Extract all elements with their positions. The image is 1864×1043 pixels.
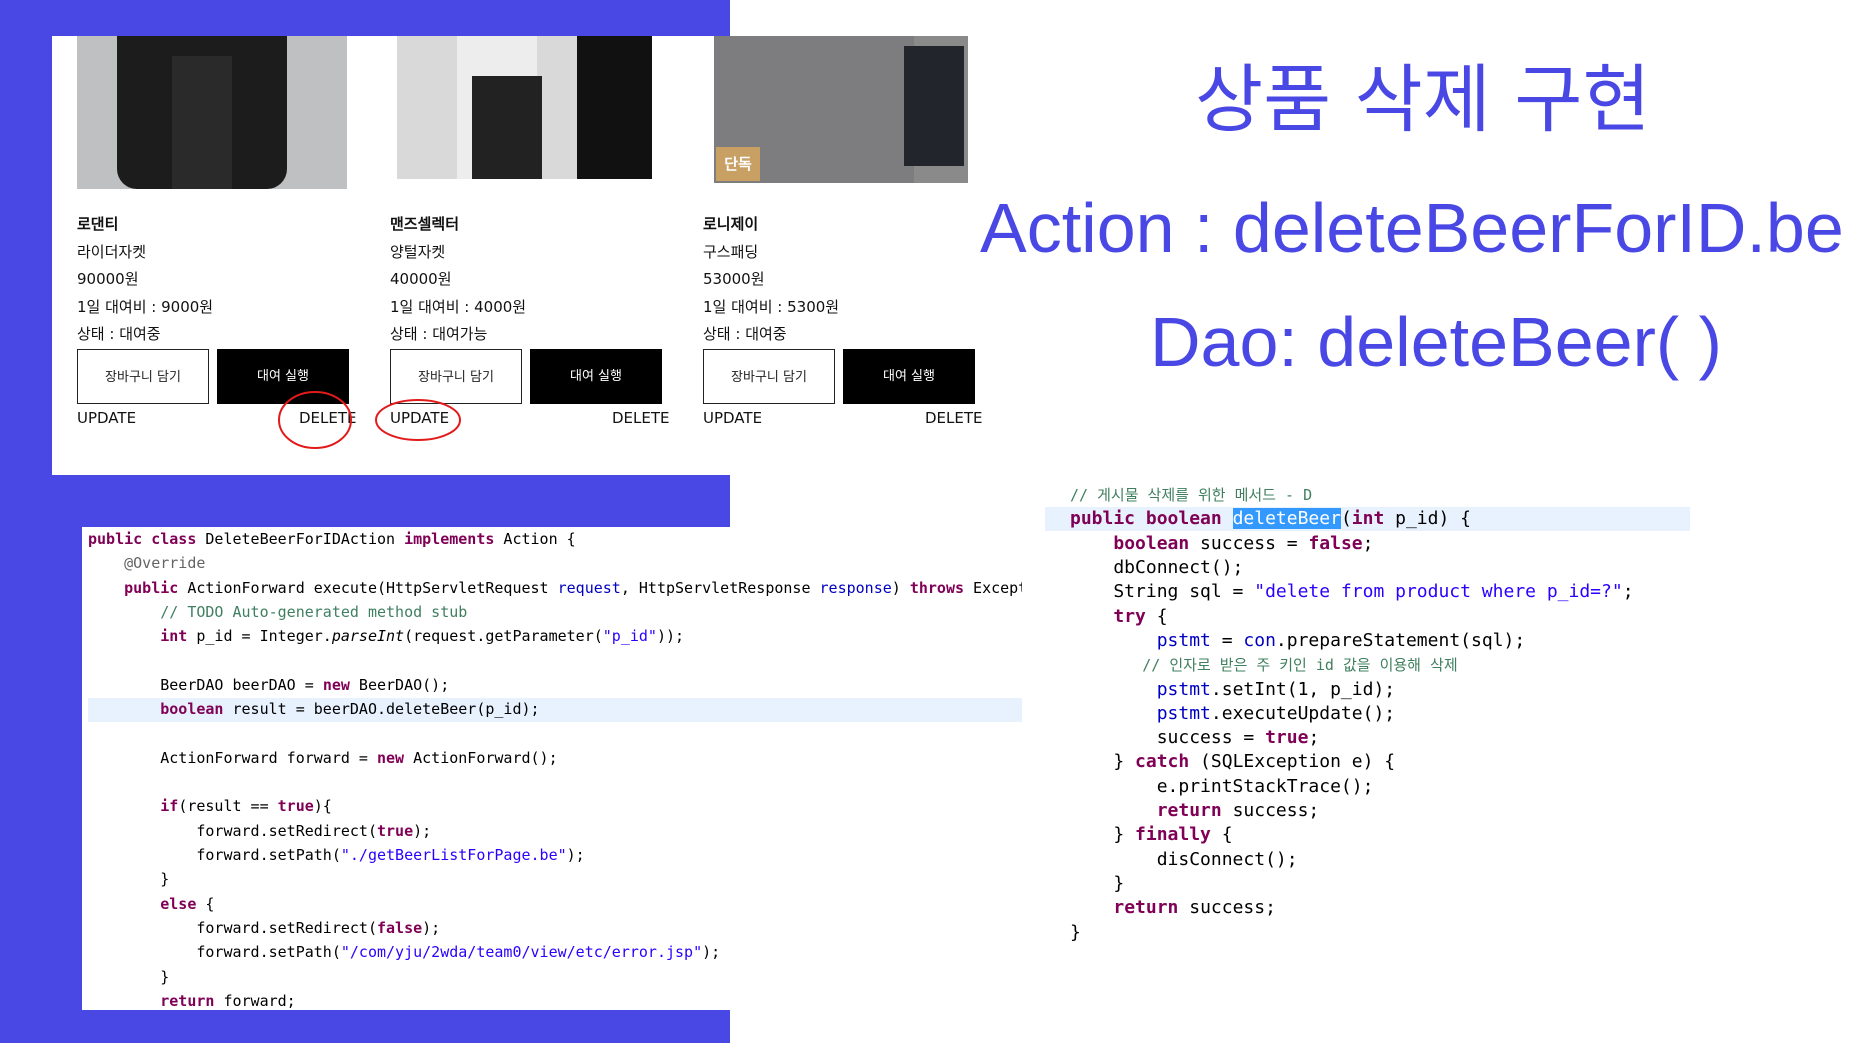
product-brand: 로댄티	[77, 215, 119, 233]
accent-bar-middle	[52, 475, 730, 527]
add-to-cart-button[interactable]: 장바구니 담기	[703, 349, 835, 404]
product-daily-fee: 1일 대여비 : 9000원	[77, 297, 214, 316]
code-line: } finally {	[1070, 824, 1233, 845]
annotation-circles	[278, 391, 461, 449]
product-price: 40000원	[390, 270, 452, 288]
code-line: pstmt.executeUpdate();	[1156, 703, 1396, 724]
code-line: boolean result = beerDAO.deleteBeer(p_id…	[160, 700, 540, 718]
delete-highlight-circle	[278, 391, 352, 449]
delete-link[interactable]: DELETE	[925, 409, 983, 427]
code-line: return success;	[1156, 800, 1320, 821]
code-line: forward.setRedirect(true);	[88, 822, 432, 840]
dao-heading: Dao: deleteBeer( )	[1150, 303, 1722, 381]
code-line: }	[88, 968, 170, 986]
product-info: 로니제이 구스패딩 53000원 1일 대여비 : 5300원 상태 : 대여중	[703, 211, 839, 349]
product-info: 맨즈셀렉터 양털자켓 40000원 1일 대여비 : 4000원 상태 : 대여…	[390, 211, 526, 349]
accent-bar-bottom	[82, 1010, 730, 1043]
code-line: BeerDAO beerDAO = new BeerDAO();	[88, 676, 450, 694]
add-to-cart-button[interactable]: 장바구니 담기	[77, 349, 209, 404]
code-line: e.printStackTrace();	[1070, 776, 1374, 797]
product-name: 구스패딩	[703, 242, 759, 261]
product-status: 상태 : 대여가능	[390, 325, 488, 343]
code-line: // 게시물 삭제를 위한 메서드 - D	[1070, 486, 1313, 504]
product-brand: 맨즈셀렉터	[390, 215, 460, 233]
update-highlight-circle	[375, 399, 461, 441]
product-price: 90000원	[77, 270, 139, 288]
code-line: }	[1070, 873, 1125, 894]
code-line: public ActionForward execute(HttpServlet…	[124, 579, 1022, 597]
code-line: }	[1070, 922, 1081, 943]
product-status: 상태 : 대여중	[77, 325, 161, 343]
product-info: 로댄티 라이더자켓 90000원 1일 대여비 : 9000원 상태 : 대여중	[77, 211, 213, 349]
code-line: boolean success = false;	[1113, 533, 1374, 554]
product-card: 단독 로니제이 구스패딩 53000원 1일 대여비 : 5300원 상태 : …	[703, 36, 1013, 466]
code-line: ActionForward forward = new ActionForwar…	[88, 749, 558, 767]
code-line: // TODO Auto-generated method stub	[88, 603, 468, 621]
code-line: } catch (SQLException e) {	[1070, 751, 1396, 772]
code-line: forward.setPath("./getBeerListForPage.be…	[88, 846, 585, 864]
code-line: pstmt = con.prepareStatement(sql);	[1156, 630, 1526, 651]
code-line: forward.setPath("/com/yju/2wda/team0/vie…	[88, 943, 721, 961]
product-status: 상태 : 대여중	[703, 325, 787, 343]
action-code-panel: public class DeleteBeerForIDAction imple…	[82, 527, 1022, 1010]
code-line: return success;	[1113, 897, 1276, 918]
code-line: try {	[1113, 606, 1168, 627]
rent-button[interactable]: 대여 실행	[843, 349, 975, 404]
code-line: String sql = "delete from product where …	[1070, 581, 1634, 602]
code-line: public class DeleteBeerForIDAction imple…	[88, 530, 576, 548]
code-line: return forward;	[160, 992, 296, 1010]
slide-title: 상품 삭제 구현	[1195, 57, 1651, 143]
accent-bar-left-lower	[0, 475, 82, 1043]
code-line: @Override	[124, 554, 206, 572]
delete-link[interactable]: DELETE	[612, 409, 670, 427]
product-photo: 단독	[714, 36, 968, 183]
code-line: int p_id = Integer.parseInt(request.getP…	[160, 627, 685, 645]
rent-button[interactable]: 대여 실행	[530, 349, 662, 404]
product-photo	[77, 36, 347, 189]
code-line: success = true;	[1070, 727, 1320, 748]
accent-bar-left	[0, 0, 52, 475]
action-heading: Action : deleteBeerForID.be	[980, 189, 1844, 267]
product-brand: 로니제이	[703, 215, 759, 233]
code-line: dbConnect();	[1070, 557, 1244, 578]
product-daily-fee: 1일 대여비 : 4000원	[390, 297, 527, 316]
code-line: pstmt.setInt(1, p_id);	[1156, 679, 1396, 700]
update-link[interactable]: UPDATE	[77, 409, 136, 427]
exclusive-badge: 단독	[716, 147, 760, 181]
product-photo	[397, 36, 652, 179]
code-line: public boolean deleteBeer(int p_id) {	[1070, 508, 1471, 529]
product-name: 라이더자켓	[77, 242, 147, 261]
code-line: else {	[160, 895, 215, 913]
product-name: 양털자켓	[390, 242, 446, 261]
update-link[interactable]: UPDATE	[703, 409, 762, 427]
product-price: 53000원	[703, 270, 765, 288]
dao-code-panel: // 게시물 삭제를 위한 메서드 - D public boolean del…	[1045, 483, 1835, 953]
product-daily-fee: 1일 대여비 : 5300원	[703, 297, 840, 316]
code-line: // 인자로 받은 주 키인 id 값을 이용해 삭제	[1070, 656, 1458, 674]
code-line: disConnect();	[1070, 849, 1298, 870]
code-line: if(result == true){	[160, 797, 332, 815]
code-line: forward.setRedirect(false);	[88, 919, 441, 937]
code-line: }	[88, 870, 170, 888]
accent-bar-top	[0, 0, 730, 36]
